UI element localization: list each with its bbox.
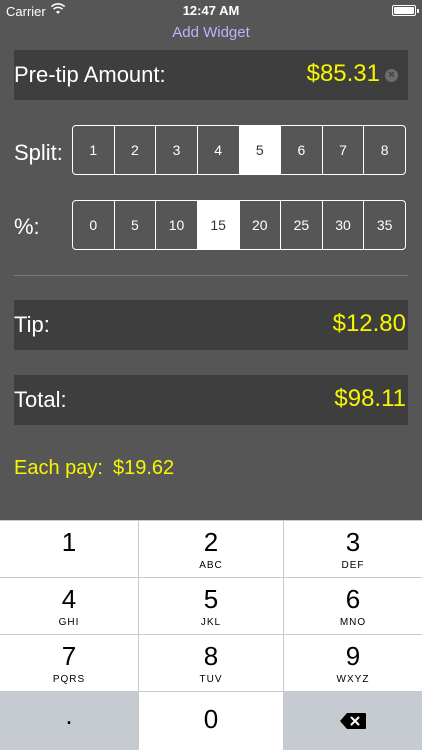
percent-option-5[interactable]: 5: [113, 201, 156, 249]
percent-option-0[interactable]: 0: [73, 201, 114, 249]
split-option-5[interactable]: 5: [238, 126, 281, 174]
total-label: Total:: [14, 387, 67, 412]
key-1-digit: 1: [61, 527, 77, 557]
percent-option-20[interactable]: 20: [238, 201, 281, 249]
percent-segmented-control: 0 5 10 15 20 25 30 35: [72, 200, 406, 250]
numeric-keypad: 1 2 ABC 3 DEF 4 GHI 5 JKL 6 MNO 7 PQRS 8…: [0, 520, 422, 750]
key-3-digit: 3: [345, 527, 361, 557]
add-widget-button[interactable]: Add Widget: [0, 24, 422, 41]
split-option-6[interactable]: 6: [280, 126, 322, 174]
tip-row: Tip: $12.80: [14, 300, 408, 350]
key-9-letters: WXYZ: [336, 674, 370, 685]
percent-option-10[interactable]: 10: [155, 201, 197, 249]
battery-icon: [392, 5, 419, 16]
clock: 12:47 AM: [182, 3, 240, 18]
clear-icon[interactable]: ×: [385, 69, 398, 82]
key-8-digit: 8: [203, 641, 219, 671]
total-row: Total: $98.11: [14, 375, 408, 425]
backspace-icon: [340, 713, 366, 729]
key-2[interactable]: 2 ABC: [139, 521, 283, 577]
pretip-amount-row[interactable]: Pre-tip Amount: $85.31 ×: [14, 50, 408, 100]
key-9-digit: 9: [345, 641, 361, 671]
key-2-digit: 2: [203, 527, 219, 557]
each-pay-label: Each pay:: [14, 457, 103, 479]
key-4-letters: GHI: [58, 617, 80, 628]
key-8-letters: TUV: [199, 674, 223, 685]
key-6-digit: 6: [345, 584, 361, 614]
percent-option-25[interactable]: 25: [280, 201, 322, 249]
pretip-label: Pre-tip Amount:: [14, 62, 166, 87]
key-4[interactable]: 4 GHI: [0, 578, 138, 634]
split-label: Split:: [14, 140, 63, 165]
tip-label: Tip:: [14, 312, 50, 337]
split-option-7[interactable]: 7: [321, 126, 364, 174]
total-value: $98.11: [334, 385, 406, 412]
key-decimal[interactable]: .: [0, 692, 138, 750]
tip-value: $12.80: [332, 310, 406, 337]
key-decimal-symbol: .: [65, 700, 73, 730]
split-option-2[interactable]: 2: [113, 126, 156, 174]
each-pay-value: $19.62: [112, 457, 175, 479]
key-9[interactable]: 9 WXYZ: [284, 635, 422, 691]
percent-label: %:: [14, 214, 40, 239]
key-7-letters: PQRS: [52, 674, 86, 685]
split-option-8[interactable]: 8: [363, 126, 405, 174]
each-pay-line: Each pay: $19.62: [14, 457, 174, 480]
key-2-letters: ABC: [199, 560, 223, 571]
key-6[interactable]: 6 MNO: [284, 578, 422, 634]
percent-option-30[interactable]: 30: [321, 201, 364, 249]
key-5-digit: 5: [203, 584, 219, 614]
key-0-digit: 0: [203, 704, 219, 734]
status-bar: Carrier 12:47 AM: [0, 0, 422, 22]
pretip-amount-field[interactable]: $85.31: [307, 60, 380, 88]
backspace-key[interactable]: [284, 692, 422, 750]
percent-option-15[interactable]: 15: [196, 201, 239, 249]
key-5[interactable]: 5 JKL: [139, 578, 283, 634]
split-option-4[interactable]: 4: [196, 126, 239, 174]
split-option-1[interactable]: 1: [73, 126, 114, 174]
key-3[interactable]: 3 DEF: [284, 521, 422, 577]
key-0[interactable]: 0: [139, 692, 283, 750]
key-1[interactable]: 1: [0, 521, 138, 577]
split-option-3[interactable]: 3: [155, 126, 197, 174]
divider: [14, 275, 408, 276]
key-8[interactable]: 8 TUV: [139, 635, 283, 691]
percent-option-35[interactable]: 35: [363, 201, 405, 249]
key-7[interactable]: 7 PQRS: [0, 635, 138, 691]
key-4-digit: 4: [61, 584, 77, 614]
split-segmented-control: 1 2 3 4 5 6 7 8: [72, 125, 406, 175]
key-6-letters: MNO: [339, 617, 367, 628]
key-7-digit: 7: [61, 641, 77, 671]
key-3-letters: DEF: [341, 560, 365, 571]
key-5-letters: JKL: [200, 617, 222, 628]
